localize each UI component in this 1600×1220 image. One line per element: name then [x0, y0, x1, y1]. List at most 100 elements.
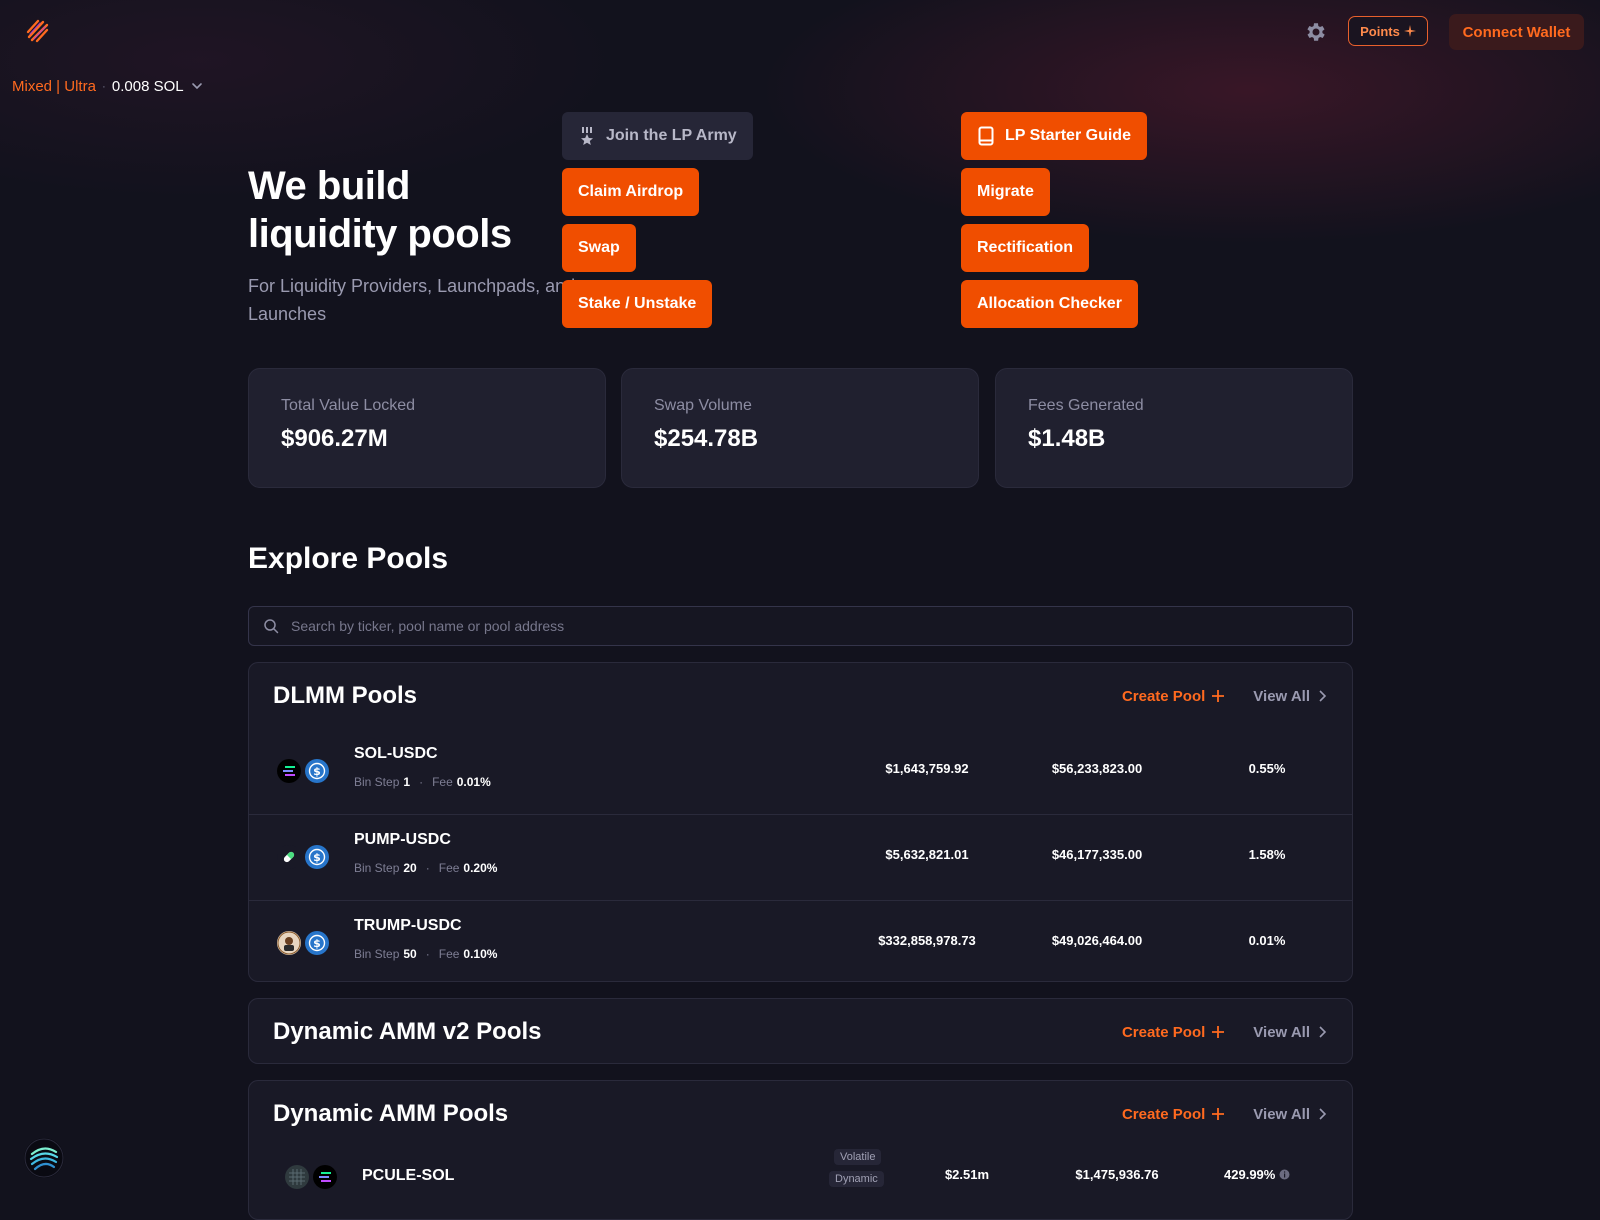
fee-value: 0.01%: [456, 775, 491, 789]
pool-row-trump-usdc[interactable]: $ TRUMP-USDC Bin Step 50 · Fee 0.10% $33…: [249, 900, 1352, 981]
svg-text:$: $: [313, 765, 321, 778]
pcule-token-icon: [285, 1165, 309, 1189]
swap-button[interactable]: Swap: [562, 224, 636, 272]
plus-icon: [1212, 1108, 1225, 1120]
connect-wallet-button[interactable]: Connect Wallet: [1449, 14, 1584, 50]
sol-balance: 0.008 SOL: [111, 77, 184, 95]
plus-icon: [1212, 690, 1225, 702]
usdc-token-icon: $: [305, 931, 329, 955]
lp-starter-guide-button[interactable]: LP Starter Guide: [961, 112, 1147, 160]
migrate-button[interactable]: Migrate: [961, 168, 1050, 216]
pool-row-sol-usdc[interactable]: $ SOL-USDC Bin Step 1 · Fee 0.01% $1,643…: [249, 729, 1352, 814]
create-pool-link[interactable]: Create Pool: [1122, 688, 1225, 705]
pool-volume: $46,177,335.00: [1051, 847, 1143, 862]
view-all-link[interactable]: View All: [1253, 688, 1328, 705]
panel-header: Dynamic AMM v2 Pools Create Pool View Al…: [249, 999, 1352, 1063]
view-all-label: View All: [1253, 687, 1310, 705]
stat-card-swap-volume: Swap Volume $254.78B: [621, 368, 979, 488]
svg-text:$: $: [313, 937, 321, 950]
chevron-right-icon: [1319, 1026, 1327, 1038]
info-icon[interactable]: [1279, 1169, 1290, 1180]
hero-subtitle: For Liquidity Providers, Launchpads, and…: [248, 276, 576, 324]
bin-step-value: 50: [403, 947, 417, 961]
stat-value: $254.78B: [654, 425, 759, 452]
dlmm-pools-title: DLMM Pools: [273, 682, 417, 709]
lp-starter-guide-label: LP Starter Guide: [1005, 127, 1131, 144]
fee-label: Fee: [438, 861, 460, 875]
network-selector[interactable]: Mixed | Ultra · 0.008 SOL: [12, 76, 204, 96]
pool-apr-value: 429.99%: [1224, 1167, 1276, 1182]
sol-token-icon: [277, 759, 301, 783]
stat-label: Swap Volume: [654, 397, 752, 414]
panel-header: Dynamic AMM Pools Create Pool View All: [249, 1081, 1352, 1147]
settings-gear-icon[interactable]: [1304, 20, 1328, 44]
fee-value: 0.10%: [463, 947, 498, 961]
pool-row-pump-usdc[interactable]: $ PUMP-USDC Bin Step 20 · Fee 0.20% $5,6…: [249, 814, 1352, 900]
usdc-token-icon: $: [305, 845, 329, 869]
stake-unstake-button[interactable]: Stake / Unstake: [562, 280, 713, 328]
create-pool-label: Create Pool: [1121, 1105, 1206, 1123]
chevron-right-icon: [1319, 690, 1327, 702]
search-box[interactable]: [248, 606, 1353, 646]
pool-pair-name: TRUMP-USDC: [354, 917, 462, 934]
sparkle-icon: [1403, 25, 1416, 37]
damm-pools-title: Dynamic AMM Pools: [273, 1100, 509, 1127]
explore-pools-title: Explore Pools: [248, 542, 449, 575]
pool-tag-volatile: Volatile: [834, 1149, 882, 1165]
view-all-link[interactable]: View All: [1253, 1024, 1328, 1041]
panel-header: DLMM Pools Create Pool View All: [249, 663, 1352, 729]
damm-v2-pools-title: Dynamic AMM v2 Pools: [273, 1018, 542, 1045]
view-all-link[interactable]: View All: [1253, 1106, 1328, 1123]
pool-volume: $49,026,464.00: [1051, 933, 1143, 948]
pool-tag-dynamic: Dynamic: [829, 1171, 884, 1187]
pool-meta: Bin Step 1 · Fee 0.01%: [354, 775, 491, 789]
fee-label: Fee: [432, 775, 453, 789]
allocation-checker-button[interactable]: Allocation Checker: [961, 280, 1138, 328]
bin-step-label: Bin Step: [354, 947, 400, 961]
fee-value: 0.20%: [463, 861, 498, 875]
pool-liquidity: $1,643,759.92: [885, 761, 969, 776]
stat-card-fees: Fees Generated $1.48B: [995, 368, 1353, 488]
create-pool-link[interactable]: Create Pool: [1122, 1024, 1225, 1041]
dlmm-pools-panel: DLMM Pools Create Pool View All $ SOL-US…: [248, 662, 1353, 982]
pool-liquidity: $2.51m: [944, 1167, 990, 1182]
pool-pair-name: PCULE-SOL: [362, 1167, 455, 1184]
chevron-down-icon: [191, 83, 202, 90]
pool-apr: 0.55%: [1248, 761, 1286, 776]
points-button[interactable]: Points: [1348, 16, 1428, 46]
join-lp-army-label: Join the LP Army: [606, 127, 737, 144]
pool-row-pcule-sol[interactable]: PCULE-SOL Volatile Dynamic $2.51m $1,475…: [249, 1147, 1352, 1219]
trump-token-icon: [277, 931, 301, 955]
plus-icon: [1212, 1026, 1225, 1038]
rectification-button[interactable]: Rectification: [961, 224, 1090, 272]
bin-step-value: 20: [403, 861, 417, 875]
hero-title: We build liquidity pools: [248, 162, 512, 258]
pool-liquidity: $5,632,821.01: [885, 847, 969, 862]
stat-card-tvl: Total Value Locked $906.27M: [248, 368, 606, 488]
view-all-label: View All: [1253, 1023, 1310, 1041]
pool-liquidity: $332,858,978.73: [878, 933, 976, 948]
stat-label: Total Value Locked: [281, 397, 416, 414]
pool-pair-name: SOL-USDC: [354, 745, 438, 762]
create-pool-link[interactable]: Create Pool: [1122, 1106, 1225, 1123]
wave-logo-icon: [24, 1138, 64, 1178]
pool-apr: 1.58%: [1248, 847, 1286, 862]
svg-text:$: $: [313, 851, 321, 864]
book-icon: [978, 126, 994, 146]
claim-airdrop-button[interactable]: Claim Airdrop: [562, 168, 700, 216]
search-icon: [264, 619, 279, 634]
stat-value: $906.27M: [281, 425, 388, 452]
header-glow: [0, 0, 1600, 420]
search-input[interactable]: [289, 617, 1352, 635]
pool-pair-name: PUMP-USDC: [354, 831, 451, 848]
pool-meta: Bin Step 50 · Fee 0.10%: [354, 947, 498, 961]
network-separator: ·: [101, 79, 106, 93]
bin-step-value: 1: [403, 775, 411, 789]
pool-meta: Bin Step 20 · Fee 0.20%: [354, 861, 498, 875]
pool-apr: 429.99%: [1172, 1167, 1342, 1182]
join-lp-army-button[interactable]: Join the LP Army: [562, 112, 753, 160]
damm-v2-pools-panel: Dynamic AMM v2 Pools Create Pool View Al…: [248, 998, 1353, 1064]
floating-app-logo[interactable]: [24, 1138, 64, 1178]
meteora-logo-icon[interactable]: [24, 18, 50, 44]
chevron-right-icon: [1319, 1108, 1327, 1120]
